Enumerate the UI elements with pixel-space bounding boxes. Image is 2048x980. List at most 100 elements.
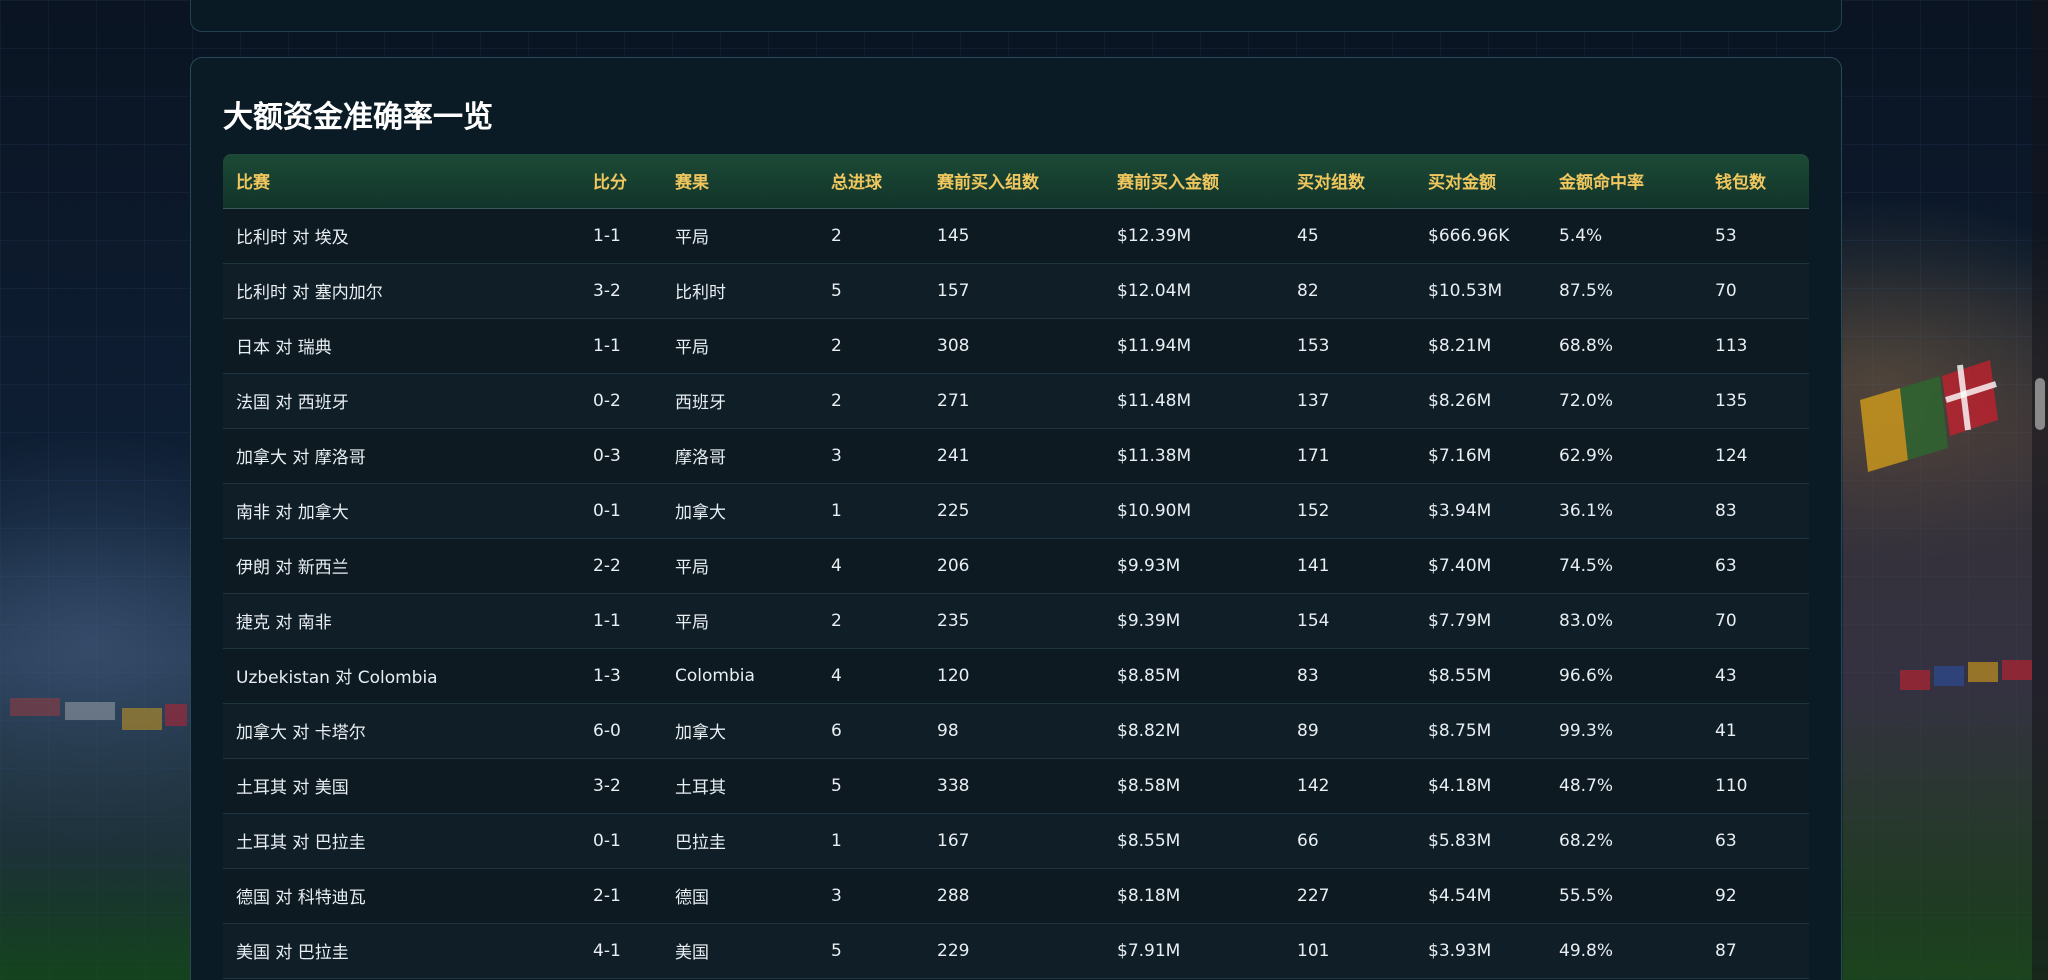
cell-pre-buy-groups: 271: [937, 390, 970, 411]
table-row[interactable]: 伊朗 对 新西兰 2-2 平局 4 206 $9.93M 141 $7.40M 74.5% 63: [223, 538, 1809, 593]
cell-amount-hit-rate: 87.5%: [1559, 280, 1614, 301]
column-header-pre-buy-amount[interactable]: 赛前买入金额: [1104, 154, 1284, 209]
cell-amount-hit-rate: 99.3%: [1559, 720, 1614, 741]
cell-correct-groups: 83: [1297, 665, 1319, 686]
scrollbar-thumb[interactable]: [2035, 378, 2045, 430]
table-row[interactable]: 土耳其 对 美国 3-2 土耳其 5 338 $8.58M 142 $4.18M 48.7% 11…: [223, 758, 1809, 813]
cell-correct-amount: $5.83M: [1428, 830, 1492, 851]
cell-correct-amount: $3.94M: [1428, 500, 1492, 521]
column-header-score[interactable]: 比分: [580, 154, 662, 209]
cell-wallet-count: 53: [1715, 225, 1737, 246]
cell-total-goals: 2: [831, 335, 842, 356]
table-body: 比利时 对 埃及 1-1 平局 2 145 $12.39M 45 $666.96K 5.4% 53…: [223, 208, 1809, 978]
table-row[interactable]: 美国 对 巴拉圭 4-1 美国 5 229 $7.91M 101 $3.93M 49.8% 87: [223, 923, 1809, 978]
table-row[interactable]: 比利时 对 塞内加尔 3-2 比利时 5 157 $12.04M 82 $10.53M 87.5…: [223, 263, 1809, 318]
column-header-correct-amount[interactable]: 买对金额: [1415, 154, 1546, 209]
table-row[interactable]: 捷克 对 南非 1-1 平局 2 235 $9.39M 154 $7.79M 83.0% 70: [223, 593, 1809, 648]
previous-section-card: [190, 0, 1842, 32]
cell-wallet-count: 87: [1715, 940, 1737, 961]
cell-pre-buy-groups: 145: [937, 225, 970, 246]
cell-result: 加拿大: [675, 503, 726, 523]
cell-wallet-count: 63: [1715, 555, 1737, 576]
cell-total-goals: 4: [831, 555, 842, 576]
table-row[interactable]: 德国 对 科特迪瓦 2-1 德国 3 288 $8.18M 227 $4.54M 55.5% 92: [223, 868, 1809, 923]
cell-pre-buy-amount: $8.18M: [1117, 885, 1181, 906]
cell-correct-groups: 227: [1297, 885, 1330, 906]
cell-amount-hit-rate: 83.0%: [1559, 610, 1614, 631]
cell-score: 0-1: [593, 500, 621, 521]
cell-correct-amount: $8.26M: [1428, 390, 1492, 411]
cell-amount-hit-rate: 68.8%: [1559, 335, 1614, 356]
cell-pre-buy-amount: $12.04M: [1117, 280, 1192, 301]
column-header-match[interactable]: 比赛: [223, 154, 580, 209]
cell-total-goals: 1: [831, 500, 842, 521]
cell-result: 加拿大: [675, 723, 726, 743]
cell-correct-amount: $8.21M: [1428, 335, 1492, 356]
cell-pre-buy-amount: $12.39M: [1117, 225, 1192, 246]
cell-total-goals: 1: [831, 830, 842, 851]
cell-pre-buy-amount: $11.38M: [1117, 445, 1192, 466]
cell-result: 摩洛哥: [675, 448, 726, 468]
cell-result: 平局: [675, 613, 709, 633]
big-money-accuracy-card: 大额资金准确率一览 比赛 比分 赛果 总进球 赛前买入组数 赛前买入金额 买对组…: [190, 57, 1842, 980]
cell-score: 2-2: [593, 555, 621, 576]
cell-correct-groups: 154: [1297, 610, 1330, 631]
table-row[interactable]: 日本 对 瑞典 1-1 平局 2 308 $11.94M 153 $8.21M 68.8% 113: [223, 318, 1809, 373]
page-scrollbar[interactable]: [2032, 0, 2048, 980]
cell-amount-hit-rate: 36.1%: [1559, 500, 1614, 521]
table-row[interactable]: 比利时 对 埃及 1-1 平局 2 145 $12.39M 45 $666.96K 5.4% 53: [223, 208, 1809, 263]
cell-match: 德国 对 科特迪瓦: [236, 888, 366, 908]
table-row[interactable]: 加拿大 对 摩洛哥 0-3 摩洛哥 3 241 $11.38M 171 $7.16M 62.9%…: [223, 428, 1809, 483]
cell-total-goals: 3: [831, 445, 842, 466]
cell-pre-buy-groups: 229: [937, 940, 970, 961]
cell-wallet-count: 41: [1715, 720, 1737, 741]
cell-correct-groups: 152: [1297, 500, 1330, 521]
cell-correct-amount: $8.55M: [1428, 665, 1492, 686]
cell-correct-amount: $7.16M: [1428, 445, 1492, 466]
column-header-amount-hit-rate[interactable]: 金额命中率: [1546, 154, 1702, 209]
cell-match: 比利时 对 塞内加尔: [236, 283, 383, 303]
cell-wallet-count: 110: [1715, 775, 1748, 796]
column-header-wallet-count[interactable]: 钱包数: [1702, 154, 1809, 209]
cell-score: 0-1: [593, 830, 621, 851]
cell-score: 0-3: [593, 445, 621, 466]
cell-amount-hit-rate: 96.6%: [1559, 665, 1614, 686]
table-row[interactable]: 南非 对 加拿大 0-1 加拿大 1 225 $10.90M 152 $3.94M 36.1% 8…: [223, 483, 1809, 538]
column-header-pre-buy-groups[interactable]: 赛前买入组数: [924, 154, 1104, 209]
cell-result: 平局: [675, 228, 709, 248]
cell-wallet-count: 43: [1715, 665, 1737, 686]
cell-result: 平局: [675, 338, 709, 358]
table-row[interactable]: Uzbekistan 对 Colombia 1-3 Colombia 4 120 $8.8…: [223, 648, 1809, 703]
cell-match: 土耳其 对 巴拉圭: [236, 833, 366, 853]
cell-result: 德国: [675, 888, 709, 908]
cell-result: 比利时: [675, 283, 726, 303]
column-header-result[interactable]: 赛果: [662, 154, 818, 209]
column-header-correct-groups[interactable]: 买对组数: [1284, 154, 1415, 209]
column-header-total-goals[interactable]: 总进球: [818, 154, 924, 209]
cell-correct-groups: 141: [1297, 555, 1330, 576]
table-row[interactable]: 加拿大 对 卡塔尔 6-0 加拿大 6 98 $8.82M 89 $8.75M 99.3% 41: [223, 703, 1809, 758]
cell-correct-amount: $7.40M: [1428, 555, 1492, 576]
cell-correct-amount: $666.96K: [1428, 225, 1510, 246]
cell-match: 加拿大 对 摩洛哥: [236, 448, 366, 468]
cell-correct-groups: 45: [1297, 225, 1319, 246]
cell-pre-buy-amount: $7.91M: [1117, 940, 1181, 961]
cell-total-goals: 2: [831, 390, 842, 411]
cell-total-goals: 3: [831, 885, 842, 906]
cell-correct-groups: 142: [1297, 775, 1330, 796]
cell-pre-buy-amount: $10.90M: [1117, 500, 1192, 521]
cell-score: 3-2: [593, 775, 621, 796]
cell-pre-buy-amount: $9.93M: [1117, 555, 1181, 576]
cell-correct-groups: 66: [1297, 830, 1319, 851]
table-row[interactable]: 土耳其 对 巴拉圭 0-1 巴拉圭 1 167 $8.55M 66 $5.83M 68.2% 63: [223, 813, 1809, 868]
cell-total-goals: 5: [831, 280, 842, 301]
cell-amount-hit-rate: 55.5%: [1559, 885, 1614, 906]
cell-correct-amount: $3.93M: [1428, 940, 1492, 961]
cell-total-goals: 5: [831, 940, 842, 961]
accuracy-table-container: 比赛 比分 赛果 总进球 赛前买入组数 赛前买入金额 买对组数 买对金额 金额命…: [223, 154, 1809, 979]
cell-match: 比利时 对 埃及: [236, 228, 349, 248]
cell-match: 加拿大 对 卡塔尔: [236, 723, 366, 743]
cell-pre-buy-groups: 235: [937, 610, 970, 631]
table-row[interactable]: 法国 对 西班牙 0-2 西班牙 2 271 $11.48M 137 $8.26M 72.0% 1…: [223, 373, 1809, 428]
cell-amount-hit-rate: 62.9%: [1559, 445, 1614, 466]
